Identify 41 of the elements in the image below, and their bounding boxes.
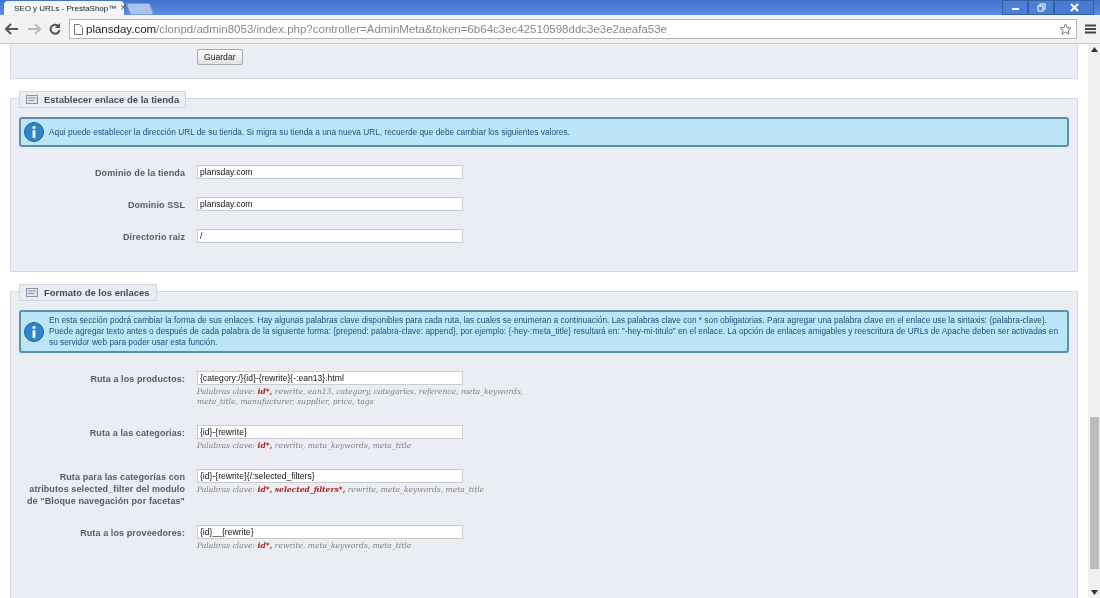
scroll-thumb[interactable] bbox=[1089, 417, 1099, 569]
legend-title: Establecer enlace de la tienda bbox=[44, 94, 180, 105]
scroll-up-icon[interactable] bbox=[1090, 47, 1098, 52]
field-label: Dominio SSL bbox=[126, 199, 185, 211]
minimize-button[interactable] bbox=[1002, 0, 1028, 15]
text-field[interactable]: plansday.com bbox=[197, 165, 463, 179]
text-field[interactable]: {id}__{rewrite} bbox=[197, 525, 463, 539]
field-label: Dominio de la tienda bbox=[94, 167, 185, 179]
field-label: Ruta para las categorías con atributos selected_filter del modulo de "Bloque navegación por facetas" bbox=[26, 471, 185, 507]
field-label: Directorio raiz bbox=[121, 231, 185, 243]
save-button[interactable]: Guardar bbox=[197, 49, 243, 65]
bookmark-star-icon[interactable] bbox=[1059, 22, 1072, 36]
menu-icon[interactable] bbox=[1085, 24, 1096, 34]
text-field[interactable]: {category:/}{id}-{rewrite}{-:ean13}.html bbox=[197, 371, 463, 385]
info-text: Aqui puede establecer la dirección URL de su tienda. Si migra su tienda a una nueva URL, recuerde que debe cambiar los siguientes valores. bbox=[49, 126, 570, 138]
reload-icon[interactable] bbox=[49, 23, 61, 35]
legend-title: Formato de los enlaces bbox=[44, 287, 150, 298]
text-field[interactable]: plansday.com bbox=[197, 197, 463, 211]
scrollbar[interactable] bbox=[1088, 44, 1100, 598]
restore-icon bbox=[1036, 3, 1046, 12]
text-field[interactable]: {id}-{rewrite} bbox=[197, 425, 463, 439]
close-icon bbox=[1069, 3, 1079, 12]
back-icon[interactable] bbox=[5, 23, 19, 35]
text-field[interactable]: / bbox=[197, 229, 463, 243]
tab-close-button[interactable]: × bbox=[120, 3, 127, 13]
address-field[interactable]: plansday.com/clonpd/admin8053/index.php?controller=AdminMeta&token=6b64c3ec42510598ddc3e3e2aeafa53e bbox=[69, 19, 1077, 39]
tab-title: SEO y URLs - PrestaShop™ bbox=[14, 3, 117, 13]
scroll-down-icon[interactable] bbox=[1090, 590, 1098, 595]
form-icon bbox=[26, 288, 38, 297]
restore-button[interactable] bbox=[1028, 0, 1054, 15]
page-icon bbox=[74, 23, 83, 35]
text-field[interactable]: {id}-{rewrite}{/:selected_filters} bbox=[197, 469, 463, 483]
info-icon bbox=[24, 321, 44, 342]
close-button[interactable] bbox=[1054, 0, 1094, 15]
field-label: Ruta a las categorias: bbox=[88, 427, 185, 439]
form-icon bbox=[26, 95, 38, 104]
field-label: Ruta a los productos: bbox=[89, 373, 185, 385]
browser-tab[interactable]: SEO y URLs - PrestaShop™ × bbox=[4, 1, 124, 15]
field-label: Ruta a los proveedores: bbox=[79, 527, 185, 539]
info-icon bbox=[24, 122, 44, 142]
info-text: En esta sección podrá cambiar la forma de sus enlaces. Hay algunas palabras clave disponibles para cada ruta, las cuales se enumeran a continuación. Las palabras clave con * son obligatorias. Para agregar una palabra clave en el enlace use la sintaxis: {palabra-clave}. Puede agregar texto antes o después de cada palabra de la siguiente forma: {prepend: palabra-clave: append}, por ejemplo: {-hey-:meta_title} resultará en: "-hey-mi-titulo" en el enlace. La opción de enlaces amigables y reescritura de URLs de Apache deben ser activadas en su servidor web para poder usar esta función. bbox=[49, 315, 1060, 348]
